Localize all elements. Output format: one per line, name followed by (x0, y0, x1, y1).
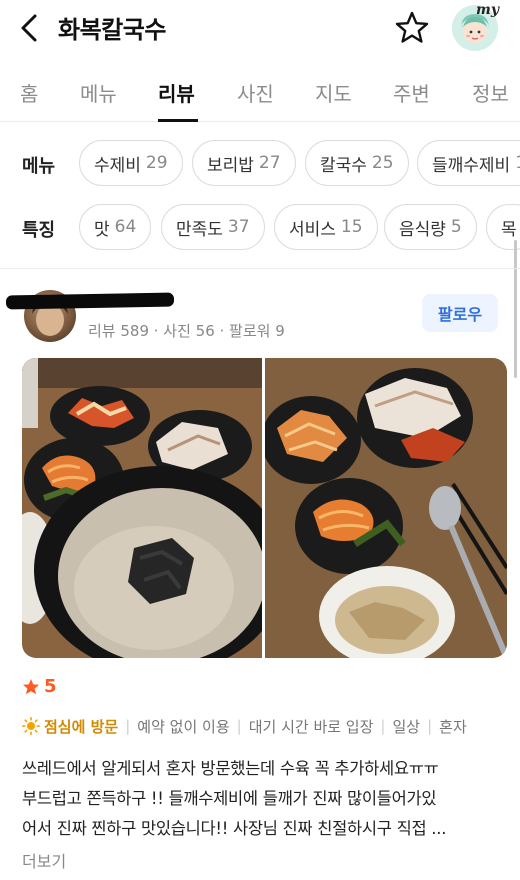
follow-button[interactable]: 팔로우 (422, 294, 498, 332)
visit-tag: 혼자 (439, 717, 467, 736)
chip-name: 서비스 (289, 219, 336, 240)
active-tab-indicator (158, 119, 198, 122)
review-rating: 5 (22, 676, 57, 697)
visit-tag: 대기 시간 바로 입장 (248, 717, 374, 736)
review-photo[interactable] (22, 358, 262, 658)
visit-tag: 일상 (392, 717, 421, 736)
page-title: 화복칼국수 (58, 16, 166, 44)
chip-name: 목 (501, 219, 517, 240)
tab-info[interactable]: 정보 (472, 78, 509, 107)
chip-count: 27 (258, 153, 281, 173)
rating-value: 5 (44, 676, 57, 697)
tag-separator: | (427, 717, 433, 735)
top-bar: 화복칼국수 my (0, 0, 520, 56)
reviewer-stats: 리뷰 589 · 사진 56 · 팔로워 9 (88, 322, 285, 340)
tab-photos[interactable]: 사진 (237, 78, 274, 107)
review-photo[interactable] (265, 358, 507, 658)
chip-name: 음식량 (399, 219, 446, 240)
review-text-line: 어서 진짜 찐하구 맛있습니다!! 사장님 진짜 친절하시구 직접 ... (22, 819, 447, 838)
more-link[interactable]: 더보기 (22, 848, 66, 872)
chevron-left-icon (21, 14, 37, 42)
section-divider (0, 268, 520, 269)
tab-home[interactable]: 홈 (20, 78, 38, 107)
tag-separator: | (380, 717, 386, 735)
menu-filter-row: 메뉴 수제비29 보리밥27 칼국수25 들깨수제비1 (0, 138, 520, 190)
favorite-button[interactable] (394, 10, 430, 46)
chip-name: 칼국수 (320, 155, 367, 176)
food-photo-side-dishes (265, 358, 507, 658)
chip-count: 64 (114, 217, 137, 237)
menu-chip[interactable]: 보리밥 27 (192, 140, 296, 186)
menu-chip[interactable]: 칼국수 25 (305, 140, 409, 186)
review-text-line: 쓰레드에서 알게되서 혼자 방문했는데 수육 꼭 추가하세요ㅠㅠ (22, 759, 439, 778)
chip-count: 25 (371, 153, 394, 173)
chip-name: 맛 (94, 219, 110, 240)
star-outline-icon (395, 11, 429, 43)
tab-reviews[interactable]: 리뷰 (158, 78, 195, 107)
chip-count: 15 (340, 217, 363, 237)
menu-chip[interactable]: 수제비 29 (79, 140, 183, 186)
chip-name: 들깨수제비 (432, 155, 511, 176)
menu-chip[interactable]: 들깨수제비1 (417, 140, 520, 186)
chip-name: 만족도 (176, 219, 223, 240)
chip-count: 37 (227, 217, 250, 237)
star-filled-icon (23, 678, 39, 694)
tab-nearby[interactable]: 주변 (393, 78, 430, 107)
chip-count: 29 (145, 153, 168, 173)
menu-filter-label: 메뉴 (22, 156, 56, 177)
tag-separator: | (236, 717, 242, 735)
visit-time-label: 점심에 방문 (44, 717, 119, 736)
feature-filter-label: 특징 (22, 220, 56, 241)
back-button[interactable] (16, 12, 44, 44)
feature-chip[interactable]: 음식량 5 (384, 204, 477, 250)
feature-filter-row: 특징 맛 64 만족도 37 서비스 15 음식량 5 목 (0, 202, 520, 254)
redacted-reviewer-name (5, 292, 175, 310)
feature-chip[interactable]: 만족도 37 (161, 204, 265, 250)
chip-name: 수제비 (94, 155, 141, 176)
sun-icon (22, 717, 40, 735)
feature-chip[interactable]: 서비스 15 (274, 204, 378, 250)
tab-map[interactable]: 지도 (315, 78, 352, 107)
food-photo-noodle-soup (22, 358, 262, 658)
tab-menu[interactable]: 메뉴 (80, 78, 117, 107)
tag-separator: | (125, 717, 131, 735)
avatar-badge: my (476, 2, 499, 18)
review-text-line: 부드럽고 쫀득하구 !! 들깨수제비에 들깨가 진짜 많이들어가있 (22, 789, 437, 808)
scrollbar[interactable] (514, 240, 517, 378)
chip-count: 1 (515, 153, 520, 173)
chip-count: 5 (450, 217, 462, 237)
visit-tag: 예약 없이 이용 (137, 717, 230, 736)
review-text: 쓰레드에서 알게되서 혼자 방문했는데 수육 꼭 추가하세요ㅠㅠ 부드럽고 쫀득… (22, 754, 508, 844)
visit-tags: 점심에 방문 | 예약 없이 이용 | 대기 시간 바로 입장 | 일상 | 혼… (22, 714, 467, 738)
tab-bar: 홈 메뉴 리뷰 사진 지도 주변 정보 (0, 66, 520, 122)
chip-name: 보리밥 (207, 155, 254, 176)
feature-chip[interactable]: 맛 64 (79, 204, 152, 250)
